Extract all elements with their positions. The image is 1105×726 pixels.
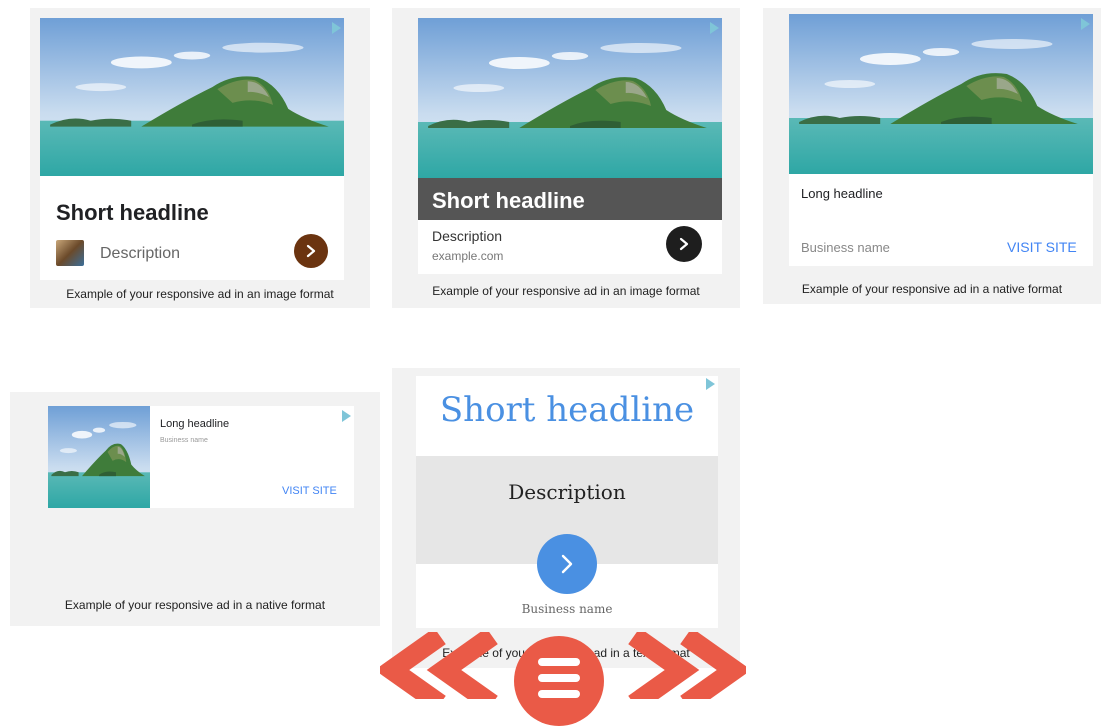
ad-description: Description	[508, 480, 626, 504]
ad-caption: Example of your responsive ad in an imag…	[66, 287, 334, 301]
business-name: Business name	[801, 240, 890, 255]
ad-description: Description	[432, 228, 503, 244]
open-ad-button[interactable]	[294, 234, 328, 268]
business-name: Business name	[521, 602, 613, 616]
adchoices-icon[interactable]	[332, 22, 341, 34]
ad-preview-panel: Short headline Description Business name…	[392, 368, 740, 668]
ad-card[interactable]: Short headline Description Business name	[416, 376, 718, 628]
double-chevron-left-icon[interactable]	[380, 632, 500, 699]
chevron-right-icon	[306, 244, 316, 258]
ad-headline[interactable]: Short headline	[432, 188, 585, 214]
ad-card[interactable]: Short headline Description	[40, 18, 344, 280]
ad-headline[interactable]: Short headline	[56, 200, 209, 226]
thumbnail-icon	[56, 240, 84, 266]
ad-caption: Example of your responsive ad in a nativ…	[801, 282, 1063, 296]
ad-url[interactable]: example.com	[432, 249, 503, 263]
ad-headline[interactable]: Long headline	[160, 418, 229, 430]
overlay-toolbar	[380, 632, 746, 726]
ad-image	[789, 14, 1093, 174]
ad-image	[48, 406, 150, 508]
chevron-right-icon	[679, 237, 689, 251]
visit-site-button[interactable]: VISIT SITE	[1007, 239, 1077, 255]
ad-image	[418, 18, 722, 178]
hamburger-menu-icon[interactable]	[514, 636, 604, 726]
open-ad-button[interactable]	[537, 534, 597, 594]
ad-image	[40, 18, 344, 176]
ad-card[interactable]: Long headline Business name VISIT SITE	[789, 14, 1093, 266]
ad-headline[interactable]: Long headline	[801, 186, 883, 201]
adchoices-icon[interactable]	[342, 410, 351, 422]
ad-preview-panel: Long headline Business name VISIT SITE E…	[10, 392, 380, 626]
ad-preview-panel: Long headline Business name VISIT SITE E…	[763, 8, 1101, 304]
chevron-right-icon	[561, 554, 573, 574]
ad-headline[interactable]: Short headline	[416, 390, 718, 430]
ad-card[interactable]: Long headline Business name VISIT SITE	[48, 406, 354, 508]
adchoices-icon[interactable]	[706, 378, 715, 390]
ad-preview-panel: Short headline Description Example of yo…	[30, 8, 370, 308]
visit-site-button[interactable]: VISIT SITE	[282, 485, 337, 497]
open-ad-button[interactable]	[666, 226, 702, 262]
adchoices-icon[interactable]	[710, 22, 719, 34]
business-name: Business name	[160, 437, 208, 444]
ad-caption: Example of your responsive ad in a nativ…	[64, 598, 326, 612]
ad-caption: Example of your responsive ad in an imag…	[432, 284, 700, 298]
ad-preview-panel: Short headline Description example.com E…	[392, 8, 740, 308]
double-chevron-right-icon[interactable]	[626, 632, 746, 699]
ad-description: Description	[100, 245, 181, 262]
adchoices-icon[interactable]	[1081, 18, 1090, 30]
ad-card[interactable]: Short headline Description example.com	[418, 18, 722, 274]
